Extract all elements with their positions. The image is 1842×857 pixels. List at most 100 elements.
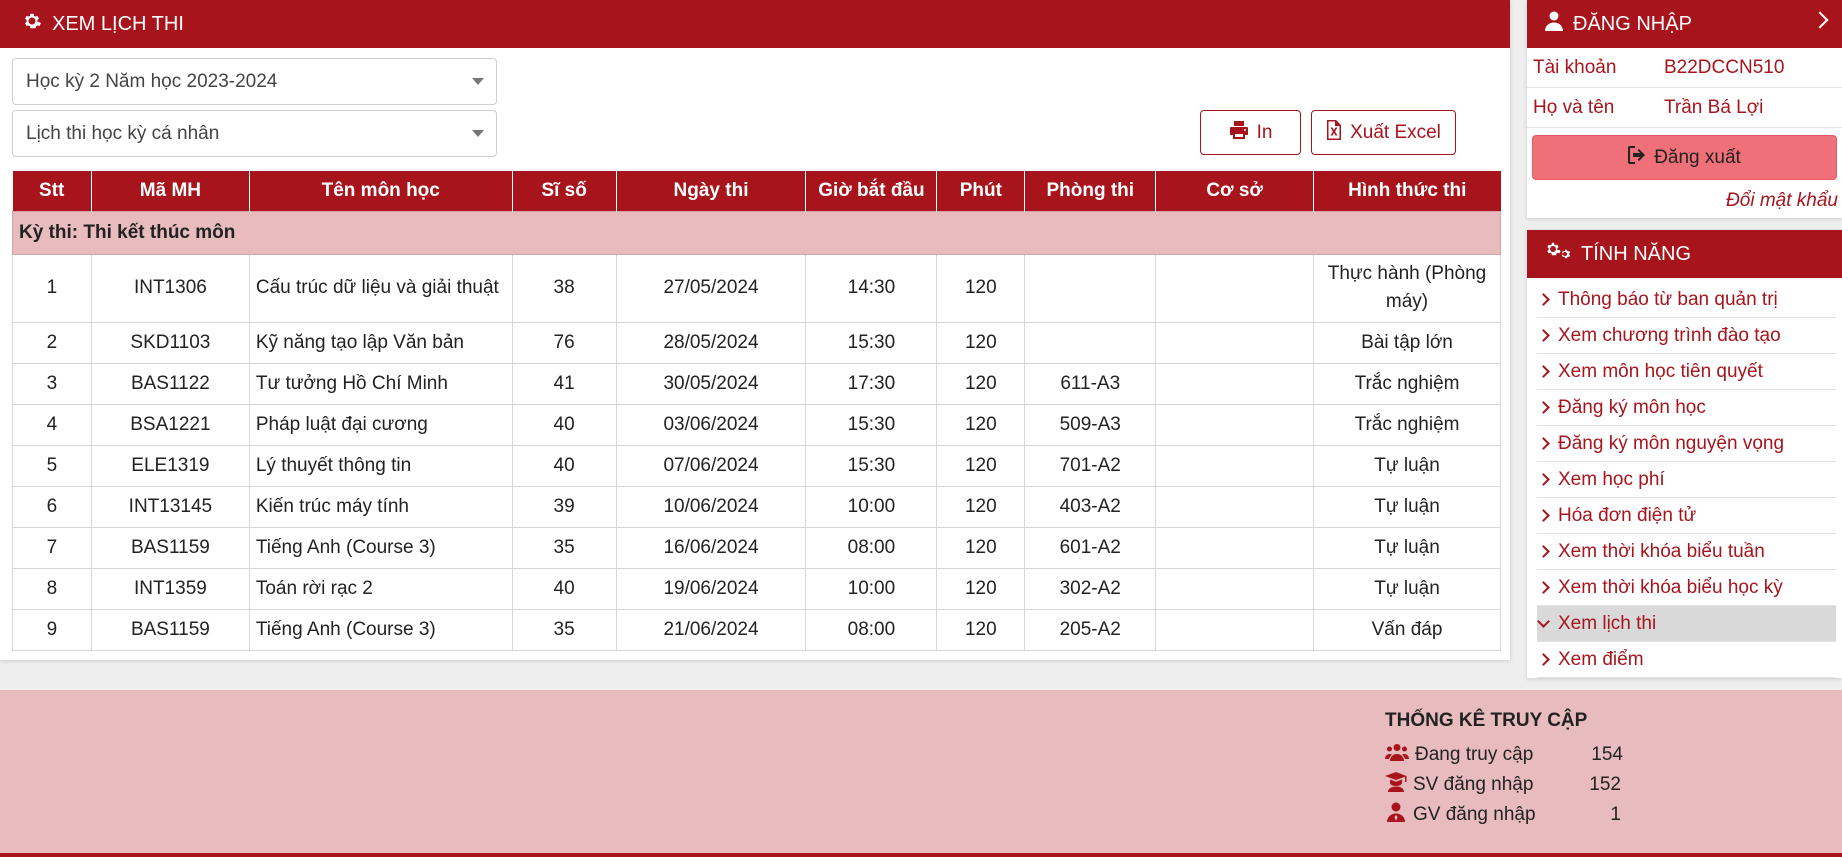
table-row: 9 BAS1159 Tiếng Anh (Course 3) 35 21/06/2024… [12,608,1501,651]
change-password-link[interactable]: Đổi mật khẩu [1527,190,1842,212]
semester-select[interactable]: Học kỳ 2 Năm học 2023-2024 [12,58,497,105]
export-excel-button[interactable]: Xuất Excel [1311,110,1456,155]
cell-campus [1155,321,1315,364]
feature-menu-item[interactable]: Xem thời khóa biểu học kỳ [1537,570,1836,606]
cell-class-size: 35 [511,608,617,651]
chevron-right-icon [1537,293,1550,306]
cell-class-size: 40 [511,444,617,487]
stat-online-label: Đang truy cập [1415,744,1534,765]
logout-button[interactable]: Đăng xuất [1532,135,1837,180]
cell-minutes: 120 [936,403,1026,446]
table-row: 8 INT1359 Toán rời rạc 2 40 19/06/2024 10:00 1… [12,567,1501,610]
exam-schedule-panel: XEM LỊCH THI Học kỳ 2 Năm học 2023-2024 … [0,0,1510,660]
logout-label: Đăng xuất [1654,146,1741,168]
table-row: 6 INT13145 Kiến trúc máy tính 39 10/06/2024 1… [12,485,1501,528]
cell-minutes: 120 [936,444,1026,487]
stat-online: Đang truy cập 154 [1385,740,1623,770]
cell-minutes: 120 [936,608,1026,651]
feature-menu-item[interactable]: Hóa đơn điện tử [1537,498,1836,534]
login-header[interactable]: ĐĂNG NHẬP [1527,0,1842,48]
cell-stt: 2 [12,321,92,364]
login-title: ĐĂNG NHẬP [1573,12,1692,35]
cell-course-name: Cấu trúc dữ liệu và giải thuật [248,253,513,323]
chevron-right-icon [1537,437,1550,450]
cell-exam-format: Thực hành (Phòng máy) [1313,253,1501,323]
feature-menu-label: Đăng ký môn nguyện vọng [1558,432,1785,454]
col-header-course-code: Mã MH [91,171,250,211]
cell-minutes: 120 [936,526,1026,569]
gears-icon [1545,241,1571,267]
cell-course-name: Tư tưởng Hồ Chí Minh [248,362,513,405]
cell-room: 611-A3 [1024,362,1157,405]
account-label: Tài khoản [1533,56,1617,78]
excel-file-icon [1326,119,1342,146]
cell-course-code: INT1359 [90,567,250,610]
sign-out-icon [1628,145,1648,170]
cell-minutes: 120 [936,321,1026,364]
cell-class-size: 40 [511,403,617,446]
col-header-exam-date: Ngày thi [616,171,807,211]
fullname-label: Họ và tên [1533,96,1615,118]
cell-start-time: 10:00 [805,567,938,610]
chevron-right-icon [1537,473,1550,486]
exam-group-row: Kỳ thi: Thi kết thúc môn [12,210,1501,255]
feature-menu-item[interactable]: Xem học phí [1537,462,1836,498]
cell-stt: 6 [12,485,92,528]
feature-menu-label: Hóa đơn điện tử [1558,504,1697,526]
feature-menu-label: Xem môn học tiên quyết [1558,360,1763,382]
feature-menu-item[interactable]: Xem lịch thi [1537,606,1836,642]
cell-start-time: 08:00 [805,526,938,569]
page-title: XEM LỊCH THI [52,12,184,35]
table-row: 3 BAS1122 Tư tưởng Hồ Chí Minh 41 30/05/2024… [12,362,1501,405]
feature-menu-item[interactable]: Xem chương trình đào tạo [1537,318,1836,354]
feature-menu-item[interactable]: Thông báo từ ban quản trị [1537,282,1836,318]
cell-minutes: 120 [936,253,1026,323]
semester-select-value: Học kỳ 2 Năm học 2023-2024 [26,70,278,92]
cell-course-name: Pháp luật đại cương [248,403,513,446]
stat-students: SV đăng nhập 152 [1385,770,1623,800]
feature-menu-label: Xem thời khóa biểu học kỳ [1558,576,1783,598]
col-header-course-name: Tên môn học [249,171,513,211]
cell-exam-date: 28/05/2024 [615,321,807,364]
feature-menu-item[interactable]: Đăng ký môn nguyện vọng [1537,426,1836,462]
login-card: ĐĂNG NHẬP Tài khoản B22DCCN510 Họ và tên… [1527,0,1842,218]
schedule-type-select[interactable]: Lịch thi học kỳ cá nhân [12,110,497,157]
cell-exam-format: Tự luận [1313,444,1501,487]
cell-exam-date: 21/06/2024 [615,608,807,651]
col-header-minutes: Phút [936,171,1026,211]
table-header-row: Stt Mã MH Tên môn học Sĩ số Ngày thi Giờ… [12,171,1501,211]
feature-menu-label: Xem điểm [1558,648,1644,670]
cell-campus [1155,253,1315,323]
caret-down-icon [472,78,484,85]
feature-menu-item[interactable]: Xem điểm [1537,642,1836,678]
feature-menu-item[interactable]: Xem môn học tiên quyết [1537,354,1836,390]
chevron-down-icon [1537,614,1550,628]
feature-menu-item[interactable]: Xem thời khóa biểu tuần [1537,534,1836,570]
cell-stt: 7 [12,526,92,569]
cell-exam-date: 19/06/2024 [615,567,807,610]
teacher-icon [1385,802,1413,828]
cell-campus [1155,403,1315,446]
cell-exam-format: Trắc nghiệm [1313,403,1501,446]
cell-stt: 9 [12,608,92,651]
account-value: B22DCCN510 [1664,56,1785,78]
caret-down-icon [472,130,484,137]
cell-room [1024,253,1157,323]
cell-class-size: 41 [511,362,617,405]
table-row: 4 BSA1221 Pháp luật đại cương 40 03/06/2024 1… [12,403,1501,446]
stat-students-label: SV đăng nhập [1413,774,1534,795]
user-icon [1545,11,1563,37]
chevron-right-icon [1537,329,1550,342]
feature-menu-item[interactable]: Đăng ký môn học [1537,390,1836,426]
account-row: Tài khoản B22DCCN510 [1527,48,1842,88]
features-card: TÍNH NĂNG Thông báo từ ban quản trị Xem c… [1527,230,1842,678]
stat-students-value: 152 [1589,774,1621,795]
fullname-value: Trần Bá Lợi [1664,96,1764,118]
exam-schedule-table: Stt Mã MH Tên môn học Sĩ số Ngày thi Giờ… [12,171,1501,651]
cell-course-code: BAS1122 [90,362,250,405]
print-button[interactable]: In [1200,110,1301,155]
cell-class-size: 40 [511,567,617,610]
fullname-row: Họ và tên Trần Bá Lợi [1527,88,1842,128]
chevron-right-icon [1811,11,1829,29]
panel-header: XEM LỊCH THI [0,0,1510,48]
